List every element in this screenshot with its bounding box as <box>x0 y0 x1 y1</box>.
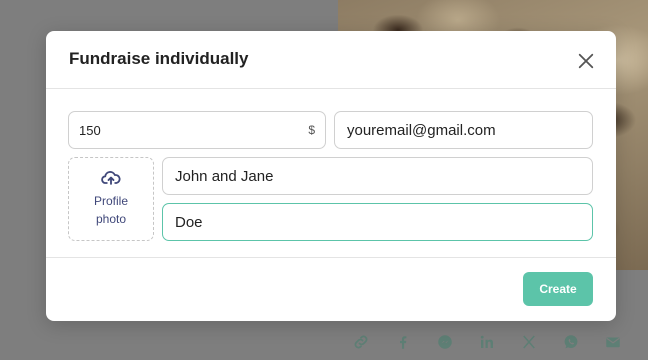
whatsapp-icon[interactable] <box>550 328 592 356</box>
amount-field[interactable]: $ <box>68 111 326 149</box>
close-button[interactable] <box>576 51 596 71</box>
cloud-upload-icon <box>101 171 121 185</box>
modal-title: Fundraise individually <box>69 49 249 68</box>
create-button[interactable]: Create <box>523 272 593 306</box>
email-input[interactable] <box>335 121 592 139</box>
email-field[interactable] <box>334 111 593 149</box>
first-name-input[interactable] <box>163 167 592 185</box>
amount-input[interactable] <box>69 122 309 138</box>
profile-photo-label: Profile photo <box>93 194 128 226</box>
close-icon <box>578 53 594 69</box>
last-name-input[interactable] <box>163 213 592 231</box>
first-name-field[interactable] <box>162 157 593 195</box>
share-bar <box>340 328 634 356</box>
link-icon[interactable] <box>340 328 382 356</box>
currency-symbol: $ <box>308 123 315 137</box>
fundraise-modal: Fundraise individually $ Profile photo C… <box>46 31 616 321</box>
modal-body: $ Profile photo <box>46 89 616 258</box>
facebook-icon[interactable] <box>382 328 424 356</box>
last-name-field[interactable] <box>162 203 593 241</box>
email-icon[interactable] <box>592 328 634 356</box>
profile-photo-upload[interactable]: Profile photo <box>68 157 154 241</box>
x-icon[interactable] <box>508 328 550 356</box>
messenger-icon[interactable] <box>424 328 466 356</box>
modal-header: Fundraise individually <box>46 31 616 89</box>
linkedin-icon[interactable] <box>466 328 508 356</box>
